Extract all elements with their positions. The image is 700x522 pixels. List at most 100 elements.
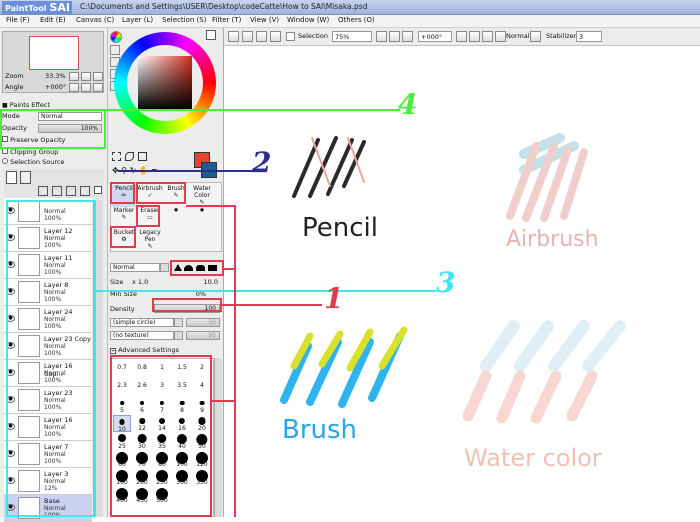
- tool-custom-1[interactable]: ✸: [163, 207, 189, 229]
- zoom-reset-button[interactable]: [402, 31, 413, 42]
- marker-icon: ✎: [121, 214, 127, 221]
- airbrush-sample: [506, 133, 588, 222]
- navigator: Zoom 33.3% Angle +000°: [2, 31, 104, 93]
- menu-view[interactable]: View (V): [250, 16, 279, 24]
- brush-blend-mode-select[interactable]: Normal: [110, 263, 160, 272]
- rotate-right-button[interactable]: [469, 31, 480, 42]
- advanced-settings-label: Advanced Settings: [118, 346, 179, 354]
- canvas-label-airbrush: Airbrush: [506, 227, 599, 252]
- canvas-label-watercolor: Water color: [464, 444, 602, 472]
- title-bar: PaintTool SAI C:\Documents and Settings\U…: [0, 0, 700, 15]
- clear-layer-icon[interactable]: [80, 186, 90, 196]
- menu-layer[interactable]: Layer (L): [122, 16, 153, 24]
- nav-rotate-right-button[interactable]: [81, 83, 91, 92]
- menu-file[interactable]: File (F): [6, 16, 29, 24]
- stabilizer-select[interactable]: 3: [576, 31, 602, 42]
- rotate-left-button[interactable]: [456, 31, 467, 42]
- tool-custom-2[interactable]: ✸: [189, 207, 215, 229]
- clipping-group-row[interactable]: Clipping Group: [2, 148, 106, 158]
- merge-down-icon[interactable]: [52, 186, 62, 196]
- menu-bar: File (F) Edit (E) Canvas (C) Layer (L) S…: [0, 15, 700, 28]
- custom-tool-2-icon: ✸: [199, 207, 205, 214]
- size-value[interactable]: 10.0: [204, 278, 218, 286]
- size-row: Size x 1.0 10.0: [110, 278, 222, 288]
- mode-select[interactable]: Normal: [504, 31, 530, 42]
- brush-shape-select[interactable]: (simple circle): [110, 318, 174, 327]
- tool-marker-label: Marker: [113, 207, 135, 214]
- nav-zoom-out-button[interactable]: [69, 72, 79, 81]
- annotation-hline-1d: [212, 400, 236, 402]
- pencil-sample: [292, 136, 366, 198]
- selection-checkbox[interactable]: [286, 32, 295, 41]
- size-multiplier[interactable]: x 1.0: [132, 278, 148, 286]
- brush-texture-select[interactable]: (no texture): [110, 331, 174, 340]
- deselect-button[interactable]: [242, 31, 253, 42]
- delete-layer-icon[interactable]: [66, 186, 76, 196]
- rgb-slider-icon[interactable]: [110, 45, 120, 55]
- legacy-pen-icon: ✎: [147, 243, 153, 250]
- annotation-number-3: 3: [436, 266, 456, 299]
- brush-shape-strength[interactable]: 50: [186, 318, 220, 327]
- tool-legacy-pen[interactable]: Legacy Pen ✎: [137, 229, 163, 251]
- rectangle-select-icon[interactable]: [112, 152, 121, 161]
- watercolor-sample: [462, 320, 626, 424]
- stabilizer-label: Stabilizer: [546, 32, 577, 40]
- navigator-preview[interactable]: [29, 36, 79, 70]
- nav-rotate-reset-button[interactable]: [93, 83, 103, 92]
- brush-shape-dropdown[interactable]: [174, 318, 183, 327]
- new-layer-set-icon[interactable]: [20, 171, 31, 184]
- magic-wand-icon[interactable]: [137, 152, 147, 161]
- selection-source-row[interactable]: Selection Source: [2, 158, 106, 168]
- tool-watercolor[interactable]: Water Color ✎: [189, 185, 215, 207]
- angle-value: +000°: [45, 83, 67, 91]
- color-sv-square[interactable]: [138, 56, 192, 110]
- zoom-select[interactable]: 75%: [332, 31, 372, 42]
- brush-size-scrollbar[interactable]: [214, 358, 222, 517]
- menu-filter[interactable]: Filter (T): [212, 16, 241, 24]
- menu-edit[interactable]: Edit (E): [40, 16, 66, 24]
- zoom-value: 33.3%: [45, 72, 66, 80]
- blend-mode-dropdown[interactable]: [160, 263, 169, 272]
- tool-legacy-pen-label: Legacy Pen: [139, 229, 161, 243]
- annotation-box-4: [0, 109, 106, 149]
- transfer-down-icon[interactable]: [38, 186, 48, 196]
- tool-watercolor-label: Water Color: [193, 185, 211, 199]
- brush-texture-dropdown[interactable]: [174, 331, 183, 340]
- annotation-hline-1b: [224, 268, 236, 270]
- annotation-line-3: [96, 290, 436, 292]
- color-wheel[interactable]: [114, 32, 216, 134]
- nav-zoom-reset-button[interactable]: [93, 72, 103, 81]
- menu-others[interactable]: Others (O): [338, 16, 375, 24]
- app-name: SAI: [49, 1, 70, 14]
- nav-zoom-in-button[interactable]: [81, 72, 91, 81]
- annotation-redbox-density: [152, 298, 222, 312]
- annotation-line-2: [118, 170, 256, 172]
- color-wheel-mode-icon[interactable]: [110, 31, 122, 43]
- annotation-redbox-sizes: [110, 355, 212, 517]
- crop-selection-button[interactable]: [270, 31, 281, 42]
- new-layer-icon[interactable]: [6, 171, 17, 184]
- paints-effect-title: Paints Effect: [9, 101, 50, 109]
- mode-dropdown-button[interactable]: [530, 31, 541, 42]
- menu-window[interactable]: Window (W): [287, 16, 329, 24]
- zoom-out-button[interactable]: [376, 31, 387, 42]
- brush-texture-strength[interactable]: 95: [186, 331, 220, 340]
- app-logo-text: PaintTool: [5, 4, 47, 13]
- zoom-in-button[interactable]: [389, 31, 400, 42]
- layer-mask-icon[interactable]: [94, 186, 102, 194]
- canvas[interactable]: Pencil Airbrush Brush Water color: [224, 46, 700, 517]
- angle-select[interactable]: +000°: [418, 31, 452, 42]
- rotate-reset-button[interactable]: [482, 31, 493, 42]
- annotation-hline-1a: [186, 205, 236, 207]
- select-all-button[interactable]: [228, 31, 239, 42]
- advanced-settings-toggle-icon[interactable]: +: [110, 348, 116, 354]
- crop-button[interactable]: [256, 31, 267, 42]
- nav-rotate-left-button[interactable]: [69, 83, 79, 92]
- selection-source-checkbox[interactable]: [2, 158, 8, 164]
- menu-selection[interactable]: Selection (S): [162, 16, 206, 24]
- panel-menu-icon[interactable]: [206, 30, 216, 40]
- menu-canvas[interactable]: Canvas (C): [76, 16, 114, 24]
- lasso-icon[interactable]: [124, 152, 134, 161]
- app-logo: PaintTool SAI: [2, 1, 72, 14]
- annotation-vline-1: [234, 205, 236, 517]
